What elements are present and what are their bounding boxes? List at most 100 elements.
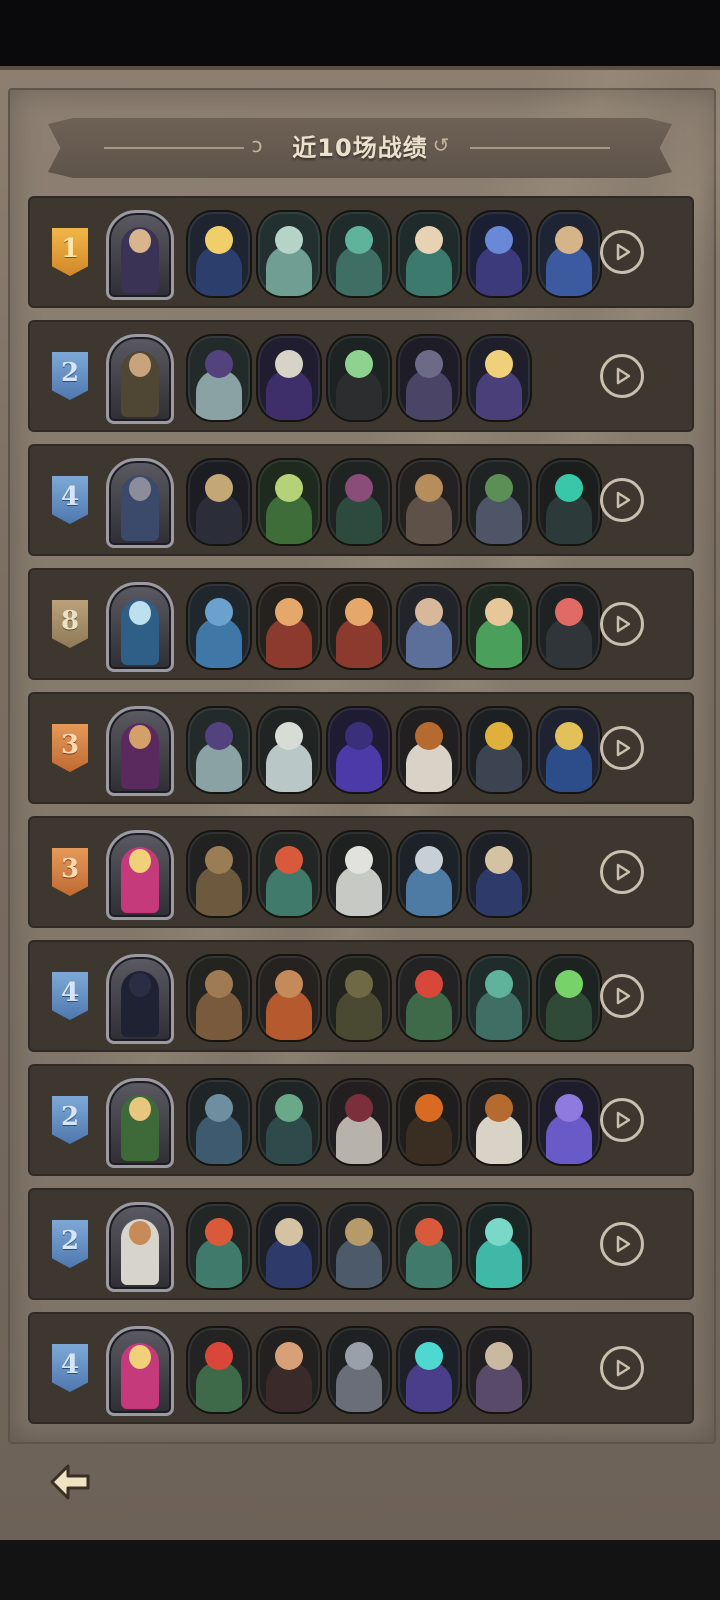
leader-portrait-icon[interactable] [106,830,174,920]
replay-button[interactable] [600,726,644,770]
hero-portrait-redhead-icon[interactable] [256,830,322,918]
replay-button[interactable] [600,1098,644,1142]
hero-portrait-tophat-icon[interactable] [186,334,252,422]
hero-face [275,1342,303,1370]
hero-portrait-imp-icon[interactable] [186,1326,252,1414]
hero-portrait-king-icon[interactable] [536,210,602,298]
replay-button[interactable] [600,1222,644,1266]
replay-button[interactable] [600,850,644,894]
hero-portrait-purple-bat-icon[interactable] [536,1078,602,1166]
hero-face [345,598,373,626]
hero-portrait-skeleton-icon[interactable] [256,334,322,422]
hero-portrait-witch-icon[interactable] [326,458,392,546]
hero-face [485,1218,513,1246]
replay-button[interactable] [600,602,644,646]
hero-face [205,1218,233,1246]
match-row: 8 [28,568,694,680]
replay-button[interactable] [600,354,644,398]
rank-badge: 2 [52,1220,88,1268]
hero-portrait-scarecrow-icon[interactable] [326,954,392,1042]
play-icon [616,987,631,1005]
hero-portrait-cat-icon[interactable] [396,458,462,546]
hero-portrait-reaper-icon[interactable] [326,334,392,422]
hero-portrait-pumpkin-icon[interactable] [466,1078,532,1166]
hero-portrait-ghost-old-icon[interactable] [326,830,392,918]
back-button[interactable] [44,1460,96,1504]
hero-portrait-pumpkin-icon[interactable] [396,706,462,794]
hero-portrait-star-boy-icon[interactable] [186,210,252,298]
hero-portrait-treant-icon[interactable] [186,954,252,1042]
header-divider-right [470,147,610,149]
hero-portrait-fish-robot-icon[interactable] [536,582,602,670]
hero-portrait-dark-tree-icon[interactable] [396,1078,462,1166]
match-row: 2 [28,320,694,432]
replay-button[interactable] [600,1346,644,1390]
hero-portrait-goblin-knight-icon[interactable] [466,458,532,546]
status-bar-area [0,0,720,70]
hero-portrait-dwarf-2-icon[interactable] [326,582,392,670]
hero-portrait-hat-wizard-icon[interactable] [466,830,532,918]
hero-portrait-grin-demon-icon[interactable] [256,1078,322,1166]
hero-portrait-gargoyle-icon[interactable] [326,1202,392,1290]
hero-portrait-autumn-treant-icon[interactable] [256,954,322,1042]
hero-portrait-mushroom-bug-icon[interactable] [186,1078,252,1166]
hero-portrait-spirit-warrior-icon[interactable] [466,1202,532,1290]
hero-face [345,970,373,998]
hero-portrait-mushroom-icon[interactable] [466,1326,532,1414]
hero-portrait-tophat-icon[interactable] [186,706,252,794]
leader-portrait-icon[interactable] [106,706,174,796]
hero-portrait-dwarf-icon[interactable] [256,582,322,670]
replay-button[interactable] [600,478,644,522]
hero-portrait-blonde-girl-icon[interactable] [466,334,532,422]
hero-portrait-purple-beast-icon[interactable] [326,706,392,794]
hero-portrait-frog-icon[interactable] [466,954,532,1042]
hero-lineup [186,830,532,918]
hero-portrait-hat-wizard-icon[interactable] [256,1202,322,1290]
leader-portrait-icon[interactable] [106,458,174,548]
hero-portrait-octopus-icon[interactable] [396,334,462,422]
leader-portrait-icon[interactable] [106,210,174,300]
rank-number: 4 [60,1350,80,1380]
hero-portrait-goat-icon[interactable] [256,210,322,298]
hero-portrait-plant-monster-icon[interactable] [536,954,602,1042]
leader-portrait-icon[interactable] [106,1078,174,1168]
match-row: 2 [28,1064,694,1176]
hero-face [345,1342,373,1370]
rank-badge: 4 [52,972,88,1020]
hero-face [205,846,233,874]
hero-portrait-imp-icon[interactable] [396,954,462,1042]
match-history-screen: ↄ ↺ 近10场战绩 1248334224 [0,0,720,1600]
hero-portrait-armored-knight-icon[interactable] [326,1326,392,1414]
hero-portrait-bird-icon[interactable] [256,706,322,794]
replay-button[interactable] [600,230,644,274]
hero-portrait-demon-mask-icon[interactable] [536,458,602,546]
hero-portrait-lightning-mage-icon[interactable] [396,1326,462,1414]
hero-portrait-little-witch-icon[interactable] [256,1326,322,1414]
leader-portrait-icon[interactable] [106,1326,174,1416]
hero-portrait-blue-dragon-icon[interactable] [186,582,252,670]
match-list: 1 2 4 8 3 3 4 2 2 4 [28,196,694,1436]
hero-portrait-ghoul-icon[interactable] [186,458,252,546]
hero-portrait-bard-icon[interactable] [396,210,462,298]
hero-portrait-tv-robot-icon[interactable] [466,706,532,794]
hero-portrait-harlequin-icon[interactable] [326,1078,392,1166]
hero-portrait-redhead-2-icon[interactable] [396,1202,462,1290]
hero-portrait-sprout-icon[interactable] [256,458,322,546]
replay-button[interactable] [600,974,644,1018]
leader-portrait-icon[interactable] [106,334,174,424]
hero-portrait-redhead-icon[interactable] [186,1202,252,1290]
leader-portrait-icon[interactable] [106,582,174,672]
page-title: 近10场战绩 [292,134,428,162]
leader-portrait-icon[interactable] [106,954,174,1044]
hero-portrait-frog-icon[interactable] [326,210,392,298]
hero-portrait-boar-icon[interactable] [186,830,252,918]
hero-portrait-sorceress-icon[interactable] [466,210,532,298]
leader-head [129,849,151,873]
hero-portrait-owl-icon[interactable] [396,830,462,918]
hero-portrait-golden-knight-icon[interactable] [536,706,602,794]
leader-portrait-icon[interactable] [106,1202,174,1292]
hero-portrait-fairy-icon[interactable] [466,582,532,670]
hero-portrait-swordsman-icon[interactable] [396,582,462,670]
match-row: 4 [28,444,694,556]
play-icon [616,1111,631,1129]
